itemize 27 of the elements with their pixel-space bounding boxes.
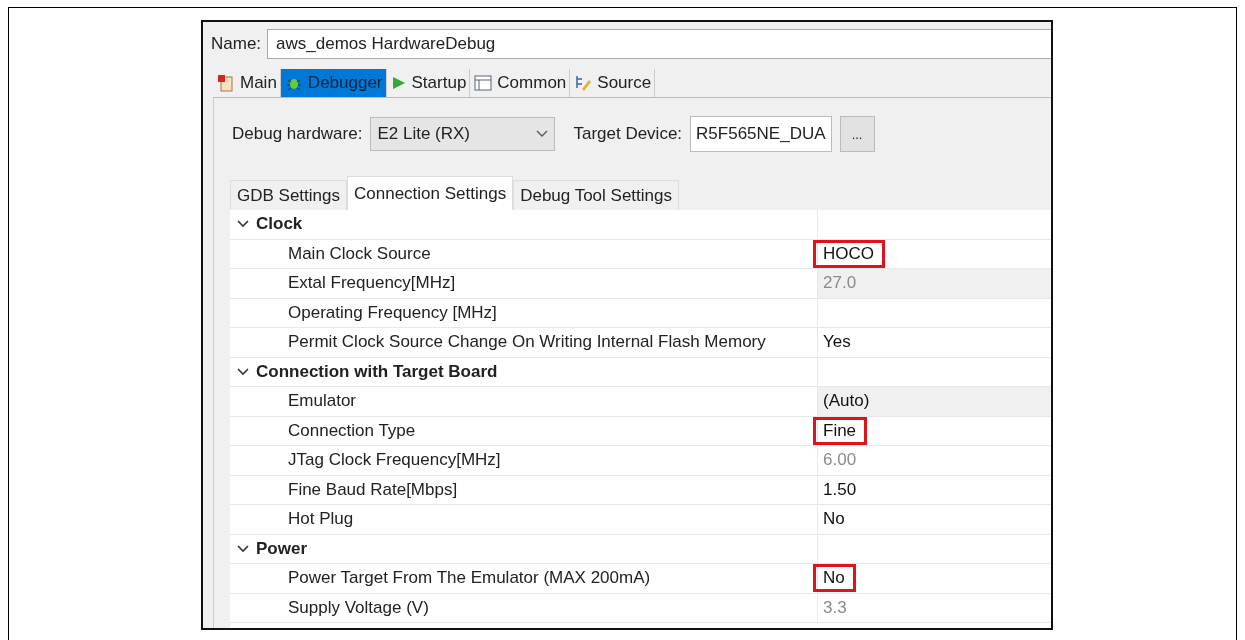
property-value[interactable]: 3.3 [823, 597, 847, 617]
property-value[interactable]: Yes [823, 332, 851, 352]
source-icon [574, 74, 593, 92]
browse-button[interactable]: ... [839, 116, 875, 152]
target-device-label: Target Device: [573, 124, 683, 144]
property-value[interactable]: 1.50 [823, 479, 857, 499]
table-icon [474, 75, 493, 91]
name-label: Name: [211, 34, 262, 54]
group-title: Clock [256, 214, 303, 235]
debug-hardware-label: Debug hardware: [232, 124, 363, 144]
property-value[interactable]: No [823, 568, 845, 588]
property-value[interactable]: (Auto) [823, 391, 870, 411]
debug-hardware-dropdown[interactable]: E2 Lite (RX) [370, 117, 556, 151]
chevron-icon [536, 130, 549, 138]
property-value[interactable]: No [823, 509, 845, 529]
property-value[interactable]: 6.00 [823, 450, 857, 470]
tab[interactable]: GDB Settings [230, 180, 347, 210]
group-title: Power [256, 538, 308, 559]
target-device-field[interactable]: R5F565NE_DUA [690, 116, 832, 152]
property-value[interactable]: HOCO [823, 243, 874, 263]
tab[interactable]: Connection Settings [347, 176, 514, 210]
name-field[interactable]: aws_demos HardwareDebug [267, 29, 1051, 59]
document-icon [217, 74, 235, 92]
group-title: Connection with Target Board [256, 361, 498, 382]
play-icon [390, 75, 407, 91]
property-value[interactable]: Fine [823, 420, 857, 440]
tab[interactable]: Debug Tool Settings [513, 180, 679, 210]
